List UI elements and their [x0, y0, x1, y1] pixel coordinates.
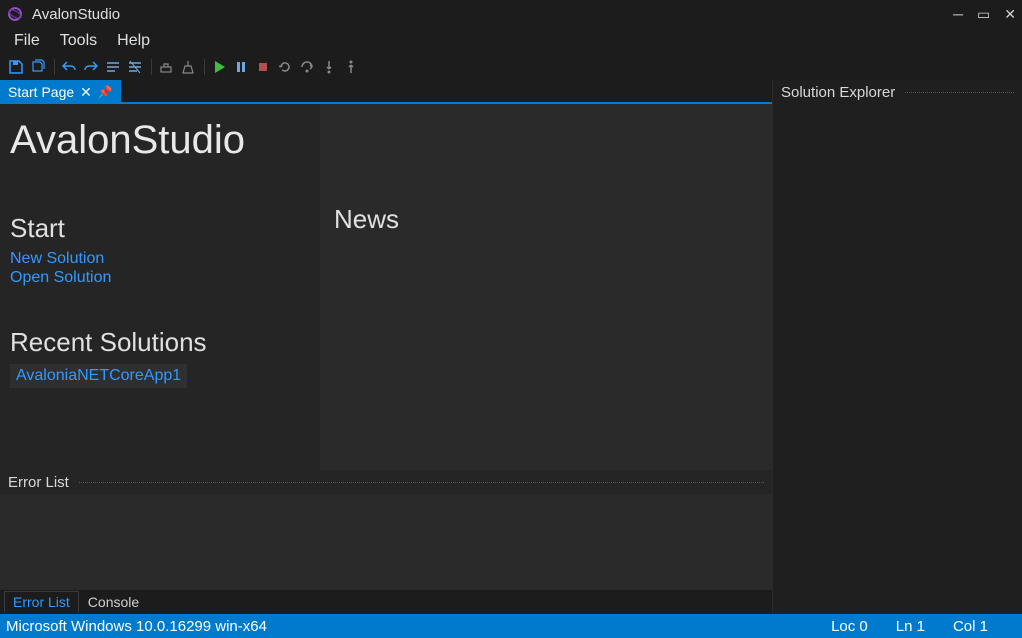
save-icon[interactable]	[6, 57, 26, 77]
main-area: Start Page ✕ 📌 AvalonStudio Start New So…	[0, 80, 1022, 614]
document-tabstrip: Start Page ✕ 📌	[0, 80, 772, 104]
build-icon[interactable]	[156, 57, 176, 77]
stop-icon[interactable]	[253, 57, 273, 77]
titlebar: AvalonStudio ─ ▭ ✕	[0, 0, 1022, 28]
toolbar-separator	[151, 59, 152, 75]
tab-start-page[interactable]: Start Page ✕ 📌	[0, 80, 121, 104]
start-page-right: News	[320, 104, 772, 470]
step-over-icon[interactable]	[297, 57, 317, 77]
app-title: AvalonStudio	[32, 6, 120, 23]
open-solution-link[interactable]: Open Solution	[10, 269, 310, 287]
pin-icon[interactable]: 📌	[98, 85, 113, 99]
menu-file[interactable]: File	[4, 30, 50, 52]
clean-icon[interactable]	[178, 57, 198, 77]
panel-grip	[79, 482, 764, 483]
close-button[interactable]: ✕	[1004, 6, 1016, 23]
error-list-title: Error List	[8, 474, 69, 491]
app-logo-icon	[6, 5, 24, 23]
statusbar: Microsoft Windows 10.0.16299 win-x64 Loc…	[0, 614, 1022, 638]
play-icon[interactable]	[209, 57, 229, 77]
step-into-icon[interactable]	[319, 57, 339, 77]
status-line: Ln 1	[896, 618, 925, 635]
status-os: Microsoft Windows 10.0.16299 win-x64	[6, 618, 267, 635]
save-all-icon[interactable]	[28, 57, 48, 77]
status-column: Col 1	[953, 618, 988, 635]
undo-icon[interactable]	[59, 57, 79, 77]
tab-label: Start Page	[8, 84, 74, 100]
recent-solution-item[interactable]: AvaloniaNETCoreApp1	[10, 364, 187, 388]
editor-column: Start Page ✕ 📌 AvalonStudio Start New So…	[0, 80, 772, 614]
step-out-icon[interactable]	[341, 57, 361, 77]
recent-label: Recent Solutions	[10, 327, 310, 358]
minimize-button[interactable]: ─	[953, 6, 963, 22]
maximize-button[interactable]: ▭	[977, 6, 990, 23]
toolbar-separator	[54, 59, 55, 75]
menu-help[interactable]: Help	[107, 30, 160, 52]
start-page-left: AvalonStudio Start New Solution Open Sol…	[0, 104, 320, 470]
restart-icon[interactable]	[275, 57, 295, 77]
close-icon[interactable]: ✕	[80, 85, 92, 99]
redo-icon[interactable]	[81, 57, 101, 77]
start-section: Start New Solution Open Solution	[10, 213, 310, 287]
solution-explorer-header: Solution Explorer	[773, 80, 1022, 104]
recent-section: Recent Solutions AvaloniaNETCoreApp1	[10, 327, 310, 388]
tab-error-list[interactable]: Error List	[4, 591, 79, 613]
toolbar-separator	[204, 59, 205, 75]
error-list-panel: Error List Error List Console	[0, 470, 772, 614]
tab-console[interactable]: Console	[79, 591, 148, 613]
error-list-body	[0, 494, 772, 590]
start-label: Start	[10, 213, 310, 244]
start-page-heading: AvalonStudio	[10, 118, 310, 163]
comment-icon[interactable]	[103, 57, 123, 77]
start-page: AvalonStudio Start New Solution Open Sol…	[0, 104, 772, 470]
solution-explorer-panel: Solution Explorer	[772, 80, 1022, 614]
toolbar	[0, 54, 1022, 80]
pause-icon[interactable]	[231, 57, 251, 77]
panel-grip	[905, 92, 1014, 93]
solution-explorer-body	[773, 104, 1022, 614]
status-loc: Loc 0	[831, 618, 868, 635]
menu-tools[interactable]: Tools	[50, 30, 107, 52]
solution-explorer-title: Solution Explorer	[781, 84, 895, 101]
bottom-tabstrip: Error List Console	[0, 590, 772, 614]
menubar: File Tools Help	[0, 28, 1022, 54]
new-solution-link[interactable]: New Solution	[10, 250, 310, 268]
error-list-header: Error List	[0, 470, 772, 494]
uncomment-icon[interactable]	[125, 57, 145, 77]
news-label: News	[334, 204, 758, 235]
window-controls: ─ ▭ ✕	[953, 6, 1016, 23]
